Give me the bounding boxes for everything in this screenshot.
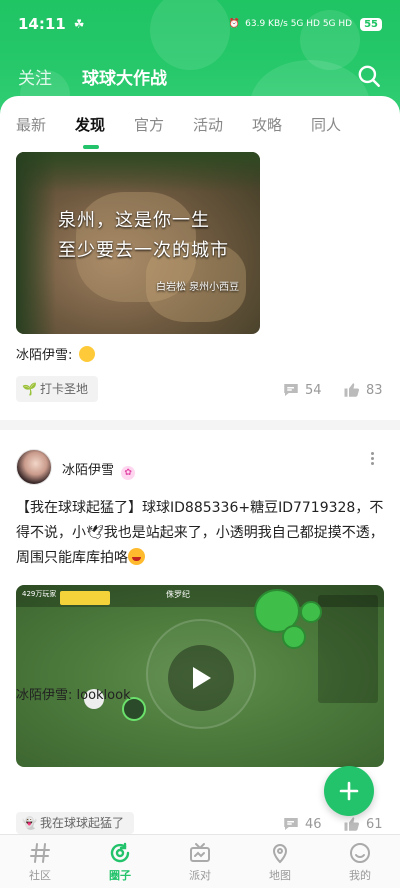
comment-count-value: 54 <box>305 382 322 398</box>
category-tabs: 最新 发现 官方 活动 攻略 同人 <box>0 96 400 149</box>
nav-circles-label: 圈子 <box>109 868 131 882</box>
comment-count-value: 46 <box>305 816 322 832</box>
comment-count[interactable]: 46 <box>282 815 322 833</box>
notification-icon: ☘ <box>73 17 85 31</box>
alarm-icon: ⏰ <box>228 19 241 29</box>
status-right: ⏰ 63.9 KB/s 5G HD 5G HD 55 <box>228 17 382 31</box>
like-count-value: 83 <box>366 382 383 398</box>
nav-profile[interactable]: 我的 <box>320 835 400 888</box>
create-post-button[interactable] <box>324 766 374 816</box>
comment-icon <box>284 384 298 396</box>
nav-circles[interactable]: 圈子 <box>80 835 160 888</box>
post-video[interactable]: 429万玩家 侏罗纪 <box>16 585 384 767</box>
nav-profile-label: 我的 <box>349 868 371 882</box>
page-title[interactable]: 球球大作战 <box>82 64 167 89</box>
smile-icon <box>350 842 370 863</box>
post-caption: 冰陌伊雪: <box>16 344 95 363</box>
bottom-nav: 社区 圈子 派对 地图 我的 <box>0 834 400 888</box>
tv-icon <box>190 842 210 862</box>
image-caption-line2: 至少要去一次的城市 <box>58 240 229 261</box>
tab-guides[interactable]: 攻略 <box>252 96 311 146</box>
topic-tag-label: 打卡圣地 <box>39 382 88 396</box>
circle-refresh-icon <box>110 842 130 862</box>
play-icon <box>193 667 211 689</box>
post-author-name: 冰陌伊雪 <box>62 463 115 478</box>
play-button[interactable] <box>168 645 234 711</box>
top-nav: 关注 球球大作战 <box>0 56 400 96</box>
nav-map[interactable]: 地图 <box>240 835 320 888</box>
status-network-text: 63.9 KB/s 5G HD 5G HD <box>245 19 353 29</box>
post-text-content: 【我在球球起猛了】球球ID885336+糖豆ID7719328，不得不说，小🕊我… <box>16 500 384 566</box>
like-count[interactable]: 61 <box>343 815 383 833</box>
badge-icon: ✿ <box>121 466 136 480</box>
post-image[interactable]: 泉州，这是你一生 至少要去一次的城市 白岩松 泉州小西豆 <box>16 152 260 334</box>
like-count-value: 61 <box>366 816 383 832</box>
tab-official[interactable]: 官方 <box>134 96 193 146</box>
video-caption: 冰陌伊雪: looklook <box>16 688 131 703</box>
tab-latest[interactable]: 最新 <box>16 96 75 146</box>
map-pin-icon <box>272 843 288 863</box>
status-time: 14:11 <box>18 15 66 33</box>
image-caption-credit: 白岩松 泉州小西豆 <box>156 282 240 293</box>
comment-count[interactable]: 54 <box>282 381 322 399</box>
nav-party[interactable]: 派对 <box>160 835 240 888</box>
avatar[interactable] <box>16 449 52 485</box>
like-count[interactable]: 83 <box>343 381 383 399</box>
hash-icon <box>30 842 50 863</box>
battery-indicator: 55 <box>360 17 382 31</box>
topic-tag-label: 我在球球起猛了 <box>39 816 124 830</box>
sprout-icon: 🌱 <box>22 382 37 396</box>
laughing-emoji-icon <box>128 548 145 565</box>
emoji-icon <box>78 346 95 362</box>
topic-tag[interactable]: 🌱 打卡圣地 <box>16 376 98 402</box>
tab-discover[interactable]: 发现 <box>75 96 134 149</box>
more-options-icon[interactable] <box>364 450 380 470</box>
tab-events[interactable]: 活动 <box>193 96 252 146</box>
tab-fanworks[interactable]: 同人 <box>311 96 370 146</box>
comment-icon <box>284 818 298 830</box>
post-divider <box>0 420 400 430</box>
post-caption-text: 冰陌伊雪: <box>16 348 73 363</box>
topic-tag[interactable]: 👻 我在球球起猛了 <box>16 812 134 834</box>
post-author[interactable]: 冰陌伊雪 ✿ <box>62 459 136 480</box>
status-bar: 14:11 ☘ ⏰ 63.9 KB/s 5G HD 5G HD 55 <box>0 0 400 48</box>
nav-community[interactable]: 社区 <box>0 835 80 888</box>
thumbs-up-icon <box>344 383 360 397</box>
post-text: 【我在球球起猛了】球球ID885336+糖豆ID7719328，不得不说，小🕊我… <box>16 496 386 571</box>
nav-party-label: 派对 <box>189 868 211 882</box>
follow-tab[interactable]: 关注 <box>18 64 52 89</box>
video-hud-players: 429万玩家 <box>22 590 57 598</box>
search-icon[interactable] <box>356 63 382 89</box>
plus-icon <box>339 781 359 801</box>
video-hud-center: 侏罗纪 <box>166 590 190 599</box>
nav-map-label: 地图 <box>269 868 291 882</box>
thumbs-up-icon <box>344 817 360 831</box>
ghost-icon: 👻 <box>22 816 37 830</box>
nav-community-label: 社区 <box>29 868 51 882</box>
image-caption-line1: 泉州，这是你一生 <box>58 210 210 231</box>
